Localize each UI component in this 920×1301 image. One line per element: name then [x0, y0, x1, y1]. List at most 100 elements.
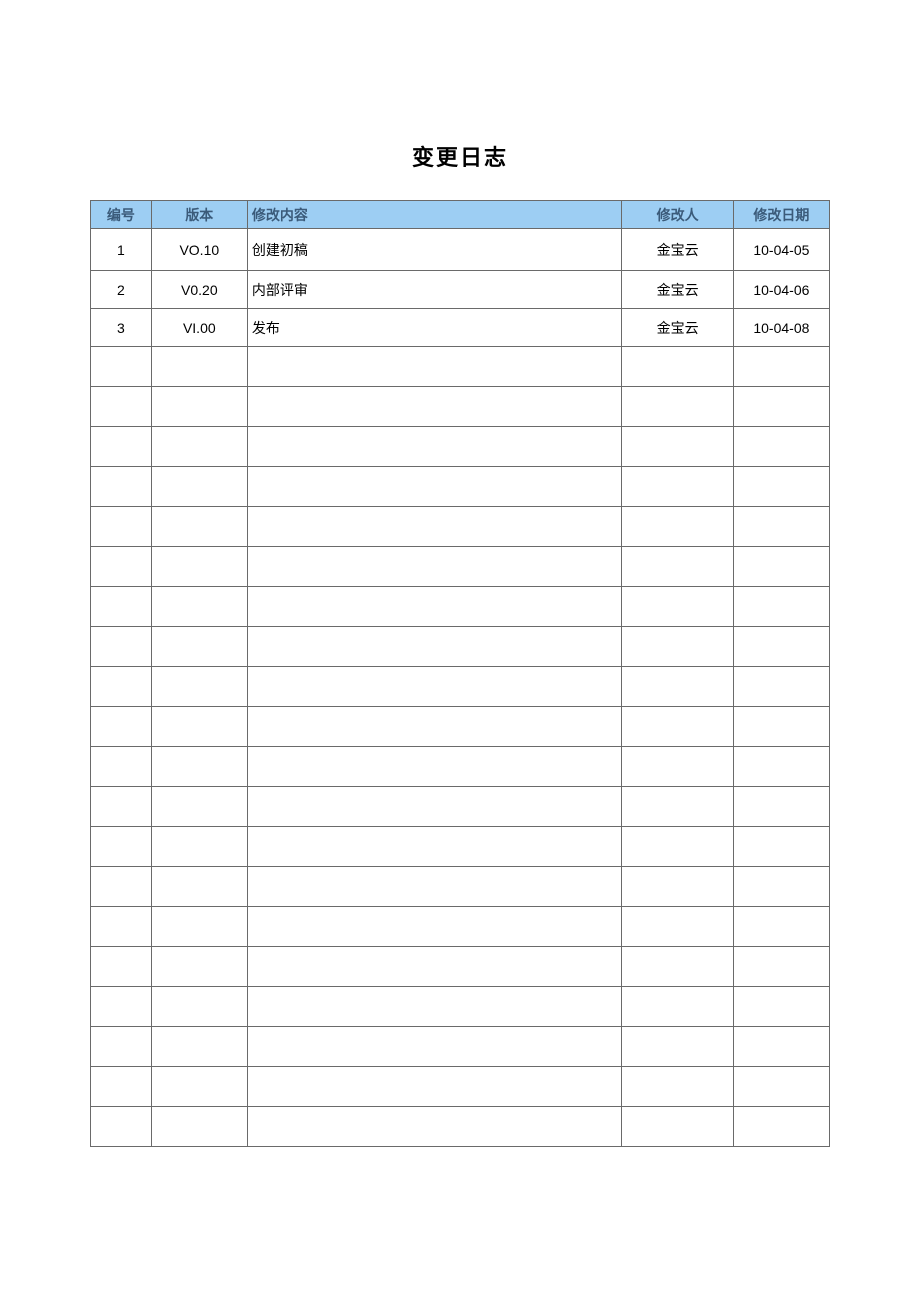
- cell-content: [247, 587, 622, 627]
- table-row: 2V0.20内部评审金宝云10-04-06: [91, 271, 830, 309]
- table-row: [91, 867, 830, 907]
- cell-id: [91, 1107, 152, 1147]
- cell-content: [247, 547, 622, 587]
- table-row: [91, 907, 830, 947]
- cell-version: [151, 667, 247, 707]
- cell-version: [151, 947, 247, 987]
- cell-version: [151, 587, 247, 627]
- cell-content: [247, 867, 622, 907]
- table-row: [91, 787, 830, 827]
- cell-id: [91, 507, 152, 547]
- cell-date: [733, 867, 829, 907]
- table-row: [91, 827, 830, 867]
- cell-author: [622, 467, 733, 507]
- cell-content: [247, 787, 622, 827]
- cell-id: [91, 547, 152, 587]
- cell-date: [733, 667, 829, 707]
- table-row: [91, 707, 830, 747]
- table-row: [91, 587, 830, 627]
- cell-version: [151, 907, 247, 947]
- cell-author: [622, 867, 733, 907]
- table-row: [91, 547, 830, 587]
- table-header-row: 编号 版本 修改内容 修改人 修改日期: [91, 201, 830, 229]
- col-header-content: 修改内容: [247, 201, 622, 229]
- cell-date: [733, 907, 829, 947]
- cell-version: [151, 1027, 247, 1067]
- table-row: 1VO.10创建初稿金宝云10-04-05: [91, 229, 830, 271]
- cell-content: [247, 707, 622, 747]
- cell-date: [733, 787, 829, 827]
- cell-id: 2: [91, 271, 152, 309]
- cell-date: [733, 1027, 829, 1067]
- page-title: 变更日志: [90, 140, 830, 172]
- cell-id: [91, 387, 152, 427]
- cell-date: 10-04-08: [733, 309, 829, 347]
- cell-version: [151, 467, 247, 507]
- cell-version: [151, 867, 247, 907]
- cell-version: VI.00: [151, 309, 247, 347]
- cell-content: [247, 507, 622, 547]
- cell-id: [91, 867, 152, 907]
- cell-date: [733, 587, 829, 627]
- cell-author: [622, 387, 733, 427]
- col-header-author: 修改人: [622, 201, 733, 229]
- cell-id: [91, 467, 152, 507]
- cell-content: [247, 627, 622, 667]
- cell-content: [247, 1067, 622, 1107]
- cell-content: [247, 827, 622, 867]
- cell-content: [247, 947, 622, 987]
- table-row: [91, 667, 830, 707]
- cell-id: [91, 1027, 152, 1067]
- cell-author: 金宝云: [622, 271, 733, 309]
- cell-id: 3: [91, 309, 152, 347]
- cell-author: [622, 427, 733, 467]
- cell-author: [622, 587, 733, 627]
- cell-version: V0.20: [151, 271, 247, 309]
- cell-author: [622, 347, 733, 387]
- cell-author: [622, 547, 733, 587]
- table-row: [91, 1027, 830, 1067]
- cell-version: [151, 547, 247, 587]
- cell-content: [247, 387, 622, 427]
- cell-version: [151, 427, 247, 467]
- cell-date: 10-04-05: [733, 229, 829, 271]
- cell-id: [91, 667, 152, 707]
- cell-id: [91, 987, 152, 1027]
- table-row: [91, 467, 830, 507]
- cell-content: [247, 1027, 622, 1067]
- cell-content: [247, 347, 622, 387]
- cell-version: [151, 987, 247, 1027]
- cell-id: [91, 627, 152, 667]
- cell-id: [91, 907, 152, 947]
- cell-version: [151, 747, 247, 787]
- cell-author: [622, 907, 733, 947]
- cell-version: [151, 507, 247, 547]
- cell-date: [733, 1107, 829, 1147]
- cell-author: [622, 827, 733, 867]
- changelog-table: 编号 版本 修改内容 修改人 修改日期 1VO.10创建初稿金宝云10-04-0…: [90, 200, 830, 1147]
- cell-id: [91, 747, 152, 787]
- table-row: [91, 387, 830, 427]
- cell-author: [622, 747, 733, 787]
- cell-author: [622, 507, 733, 547]
- table-row: 3VI.00发布金宝云10-04-08: [91, 309, 830, 347]
- table-row: [91, 1107, 830, 1147]
- cell-author: [622, 707, 733, 747]
- cell-content: [247, 1107, 622, 1147]
- cell-id: 1: [91, 229, 152, 271]
- cell-date: [733, 467, 829, 507]
- cell-author: [622, 1107, 733, 1147]
- cell-author: 金宝云: [622, 229, 733, 271]
- cell-id: [91, 587, 152, 627]
- cell-author: [622, 667, 733, 707]
- cell-id: [91, 827, 152, 867]
- cell-date: [733, 507, 829, 547]
- cell-version: VO.10: [151, 229, 247, 271]
- cell-version: [151, 787, 247, 827]
- table-row: [91, 627, 830, 667]
- cell-author: [622, 1027, 733, 1067]
- cell-id: [91, 427, 152, 467]
- cell-date: [733, 427, 829, 467]
- cell-content: [247, 987, 622, 1027]
- table-row: [91, 987, 830, 1027]
